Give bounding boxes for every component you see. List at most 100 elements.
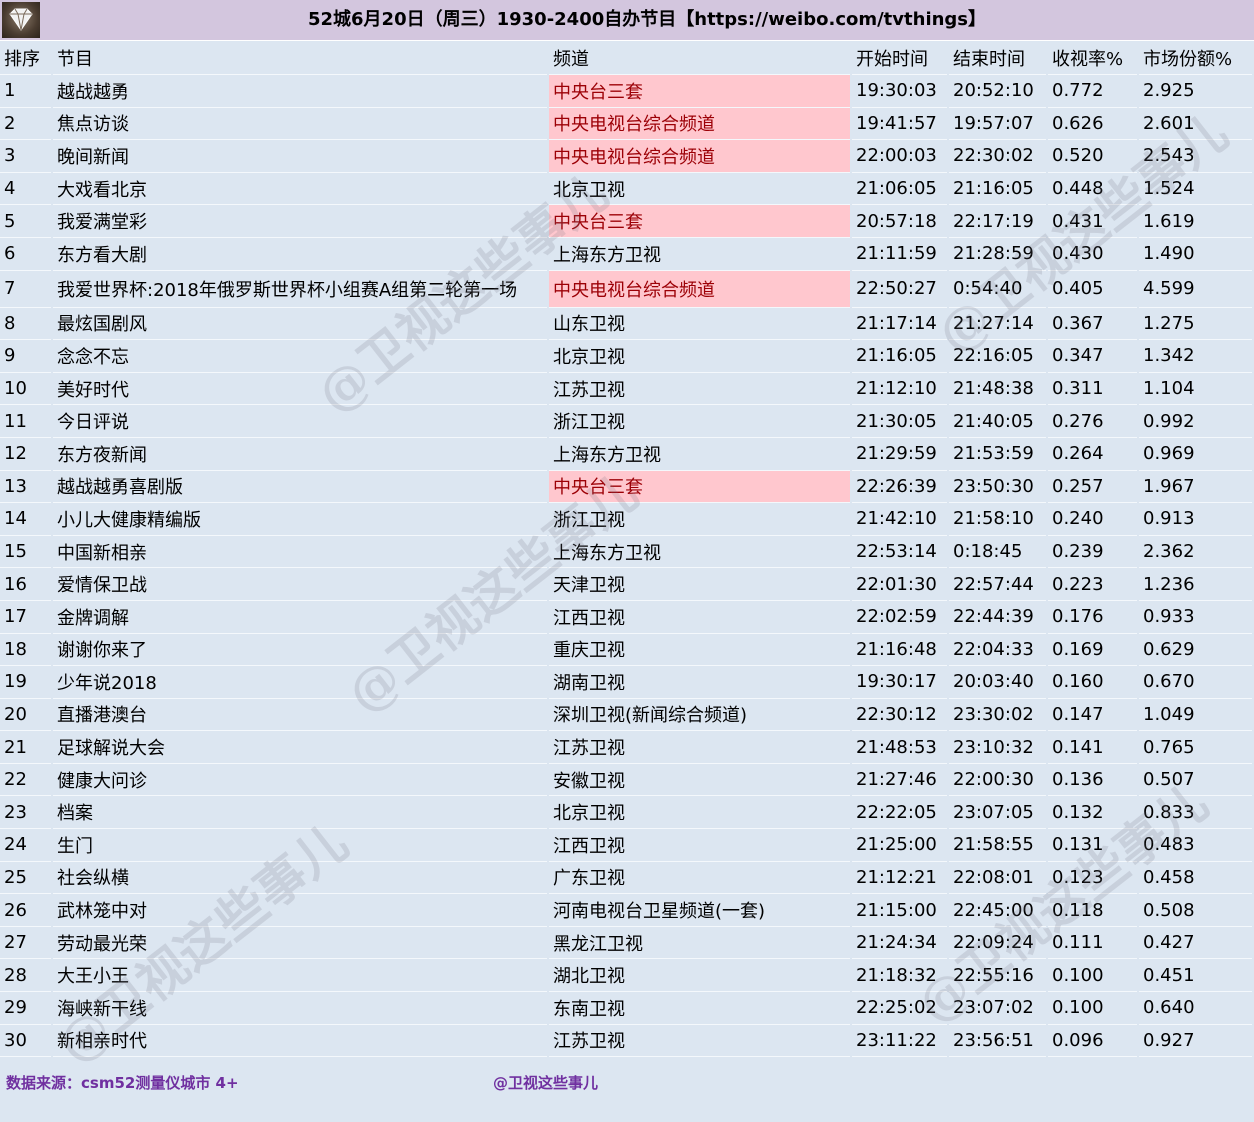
cell-share: 1.619	[1139, 205, 1252, 238]
cell-rating: 0.100	[1048, 992, 1137, 1025]
cell-start-time: 22:53:14	[852, 535, 947, 569]
cell-channel: 山东卫视	[549, 307, 850, 341]
table-row: 2 焦点访谈 中央电视台综合频道 19:41:57 19:57:07 0.626 2.601	[0, 107, 1252, 141]
cell-rank: 24	[0, 829, 51, 862]
cell-rating: 0.430	[1048, 237, 1137, 271]
cell-program: 武林笼中对	[53, 894, 547, 927]
cell-channel: 江苏卫视	[549, 731, 850, 764]
cell-channel: 安徽卫视	[549, 763, 850, 797]
cell-share: 0.508	[1139, 894, 1252, 927]
ratings-table: 排序 节目 频道 开始时间 结束时间 收视率% 市场份额% 1 越战越勇 中央台三套…	[0, 42, 1254, 1058]
cell-end-time: 21:40:05	[949, 405, 1046, 438]
cell-start-time: 19:30:17	[852, 666, 947, 699]
cell-channel: 中央电视台综合频道	[549, 140, 850, 173]
cell-program: 谢谢你来了	[53, 633, 547, 667]
cell-channel: 北京卫视	[549, 796, 850, 830]
cell-start-time: 21:18:32	[852, 959, 947, 993]
column-header-start-time: 开始时间	[852, 42, 947, 75]
cell-share: 0.458	[1139, 861, 1252, 895]
cell-channel: 浙江卫视	[549, 405, 850, 438]
cell-start-time: 21:16:05	[852, 340, 947, 373]
cell-channel: 天津卫视	[549, 568, 850, 601]
data-source-note: 数据来源：csm52测量仪城市 4+	[6, 1074, 239, 1092]
cell-start-time: 22:50:27	[852, 270, 947, 308]
cell-end-time: 22:44:39	[949, 600, 1046, 634]
cell-channel: 重庆卫视	[549, 633, 850, 667]
cell-program: 今日评说	[53, 405, 547, 438]
cell-rank: 8	[0, 307, 51, 341]
cell-start-time: 21:16:48	[852, 633, 947, 667]
cell-end-time: 20:52:10	[949, 75, 1046, 108]
cell-end-time: 22:09:24	[949, 926, 1046, 960]
cell-start-time: 21:30:05	[852, 405, 947, 438]
cell-rank: 15	[0, 535, 51, 569]
table-row: 5 我爱满堂彩 中央台三套 20:57:18 22:17:19 0.431 1.619	[0, 205, 1252, 238]
cell-rating: 0.431	[1048, 205, 1137, 238]
cell-end-time: 22:55:16	[949, 959, 1046, 993]
table-row: 24 生门 江西卫视 21:25:00 21:58:55 0.131 0.483	[0, 829, 1252, 862]
table-row: 1 越战越勇 中央台三套 19:30:03 20:52:10 0.772 2.925	[0, 75, 1252, 108]
cell-program: 足球解说大会	[53, 731, 547, 764]
cell-rank: 16	[0, 568, 51, 601]
cell-rank: 2	[0, 107, 51, 141]
cell-program: 健康大问诊	[53, 763, 547, 797]
title-bar: 52城6月20日（周三）1930-2400自办节目【https://weibo.…	[0, 0, 1254, 41]
cell-program: 晚间新闻	[53, 140, 547, 173]
cell-start-time: 21:12:10	[852, 372, 947, 406]
cell-channel: 河南电视台卫星频道(一套)	[549, 894, 850, 927]
cell-program: 东方看大剧	[53, 237, 547, 271]
cell-end-time: 0:18:45	[949, 535, 1046, 569]
cell-rank: 19	[0, 666, 51, 699]
table-row: 22 健康大问诊 安徽卫视 21:27:46 22:00:30 0.136 0.507	[0, 763, 1252, 797]
cell-rating: 0.367	[1048, 307, 1137, 341]
cell-rating: 0.176	[1048, 600, 1137, 634]
table-row: 8 最炫国剧风 山东卫视 21:17:14 21:27:14 0.367 1.275	[0, 307, 1252, 341]
cell-rank: 17	[0, 600, 51, 634]
cell-rank: 5	[0, 205, 51, 238]
cell-end-time: 22:17:19	[949, 205, 1046, 238]
cell-end-time: 21:58:55	[949, 829, 1046, 862]
cell-share: 0.913	[1139, 503, 1252, 536]
cell-share: 1.275	[1139, 307, 1252, 341]
cell-rank: 13	[0, 470, 51, 504]
table-row: 21 足球解说大会 江苏卫视 21:48:53 23:10:32 0.141 0.765	[0, 731, 1252, 764]
cell-rating: 0.169	[1048, 633, 1137, 667]
cell-share: 0.933	[1139, 600, 1252, 634]
cell-rank: 1	[0, 75, 51, 108]
cell-channel: 中央台三套	[549, 75, 850, 108]
cell-program: 美好时代	[53, 372, 547, 406]
column-header-program: 节目	[53, 42, 547, 75]
cell-channel: 湖北卫视	[549, 959, 850, 993]
table-row: 19 少年说2018 湖南卫视 19:30:17 20:03:40 0.160 0.670	[0, 666, 1252, 699]
cell-end-time: 21:16:05	[949, 172, 1046, 206]
cell-share: 0.483	[1139, 829, 1252, 862]
table-row: 28 大王小王 湖北卫视 21:18:32 22:55:16 0.100 0.451	[0, 959, 1252, 993]
cell-start-time: 21:11:59	[852, 237, 947, 271]
cell-rating: 0.240	[1048, 503, 1137, 536]
cell-share: 2.362	[1139, 535, 1252, 569]
diamond-logo-icon	[2, 2, 40, 38]
cell-start-time: 21:25:00	[852, 829, 947, 862]
cell-rating: 0.100	[1048, 959, 1137, 993]
cell-end-time: 21:58:10	[949, 503, 1046, 536]
cell-end-time: 21:53:59	[949, 437, 1046, 471]
cell-share: 0.629	[1139, 633, 1252, 667]
cell-share: 0.765	[1139, 731, 1252, 764]
cell-program: 金牌调解	[53, 600, 547, 634]
cell-start-time: 19:30:03	[852, 75, 947, 108]
cell-end-time: 22:16:05	[949, 340, 1046, 373]
cell-end-time: 19:57:07	[949, 107, 1046, 141]
cell-program: 越战越勇	[53, 75, 547, 108]
cell-start-time: 19:41:57	[852, 107, 947, 141]
cell-start-time: 21:27:46	[852, 763, 947, 797]
cell-channel: 黑龙江卫视	[549, 926, 850, 960]
cell-program: 新相亲时代	[53, 1024, 547, 1058]
cell-start-time: 21:24:34	[852, 926, 947, 960]
cell-rank: 20	[0, 698, 51, 732]
column-header-share: 市场份额%	[1139, 42, 1252, 75]
cell-end-time: 23:30:02	[949, 698, 1046, 732]
cell-share: 0.427	[1139, 926, 1252, 960]
column-header-rank: 排序	[0, 42, 51, 75]
cell-share: 0.451	[1139, 959, 1252, 993]
cell-rank: 21	[0, 731, 51, 764]
